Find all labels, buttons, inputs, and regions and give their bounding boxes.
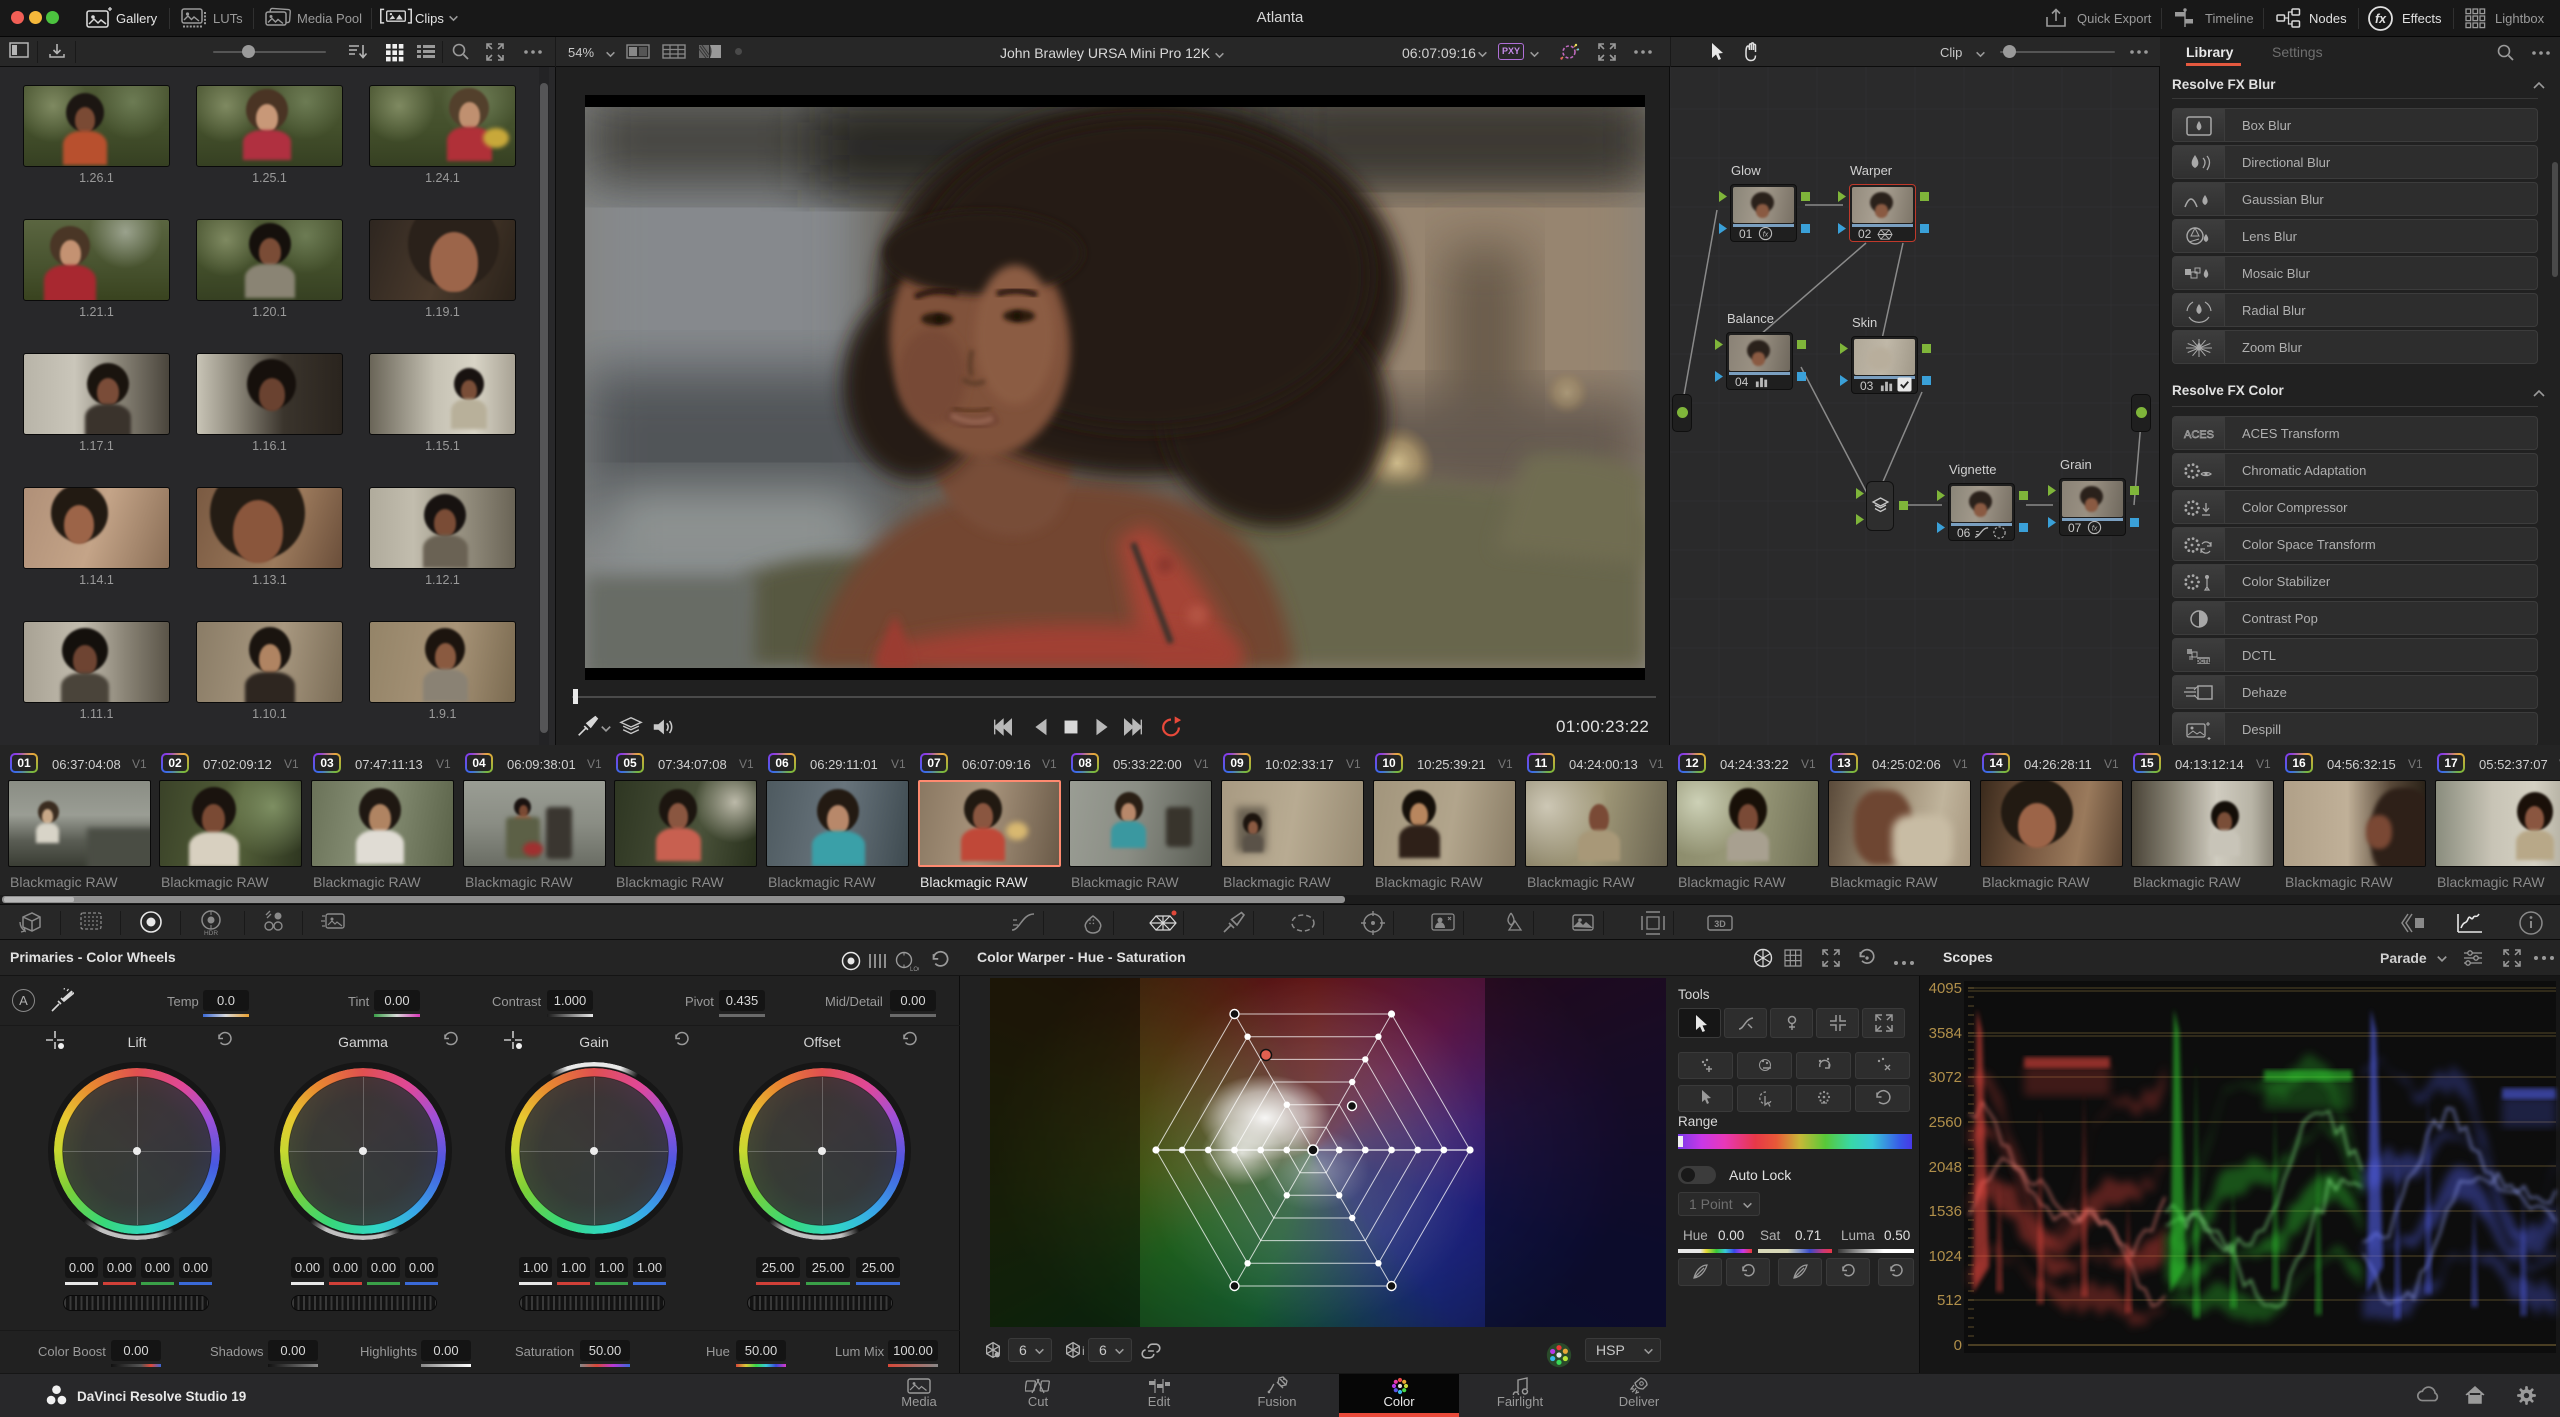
svg-text:fx: fx bbox=[2375, 12, 2387, 26]
svg-text:HDR: HDR bbox=[204, 930, 218, 937]
svg-text:ACES: ACES bbox=[2184, 429, 2214, 441]
svg-text:3D: 3D bbox=[1714, 919, 1726, 929]
svg-text:fx: fx bbox=[1763, 231, 1769, 238]
svg-text:LOG: LOG bbox=[910, 967, 919, 973]
svg-text:DCTL: DCTL bbox=[2196, 659, 2211, 665]
svg-text:fx: fx bbox=[2092, 525, 2098, 532]
